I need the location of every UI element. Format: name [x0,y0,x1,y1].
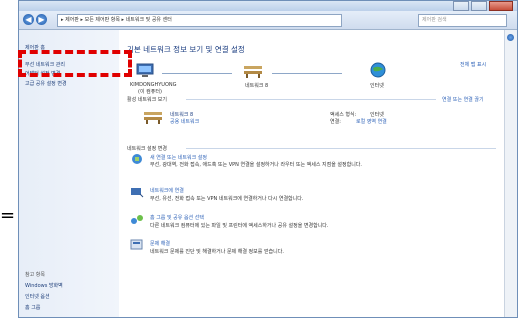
control-panel-window: ◀ ▶ ▸ 제어판 ▸ 모든 제어판 항목 ▸ 네트워크 및 공유 센터 제어판… [18,0,518,318]
task-connect-desc: 무선, 유선, 전화 접속 또는 VPN 네트워크에 연결하거나 다시 연결합니… [150,196,304,202]
computer-icon [136,63,154,77]
see-also-internet-options[interactable]: 인터넷 옵션 [25,293,50,300]
see-also-firewall[interactable]: Windows 방화벽 [25,282,63,289]
window-controls [453,1,513,11]
network-bench-icon [144,112,162,124]
forward-arrow-icon[interactable]: ▶ [36,14,47,25]
maximize-button[interactable] [471,1,487,11]
page-title: 기본 네트워크 정보 보기 및 연결 설정 [127,45,245,54]
network-name: 네트워크 8 [170,112,194,118]
search-input[interactable]: 제어판 검색 [418,14,507,27]
back-arrow-icon[interactable]: ◀ [23,14,34,25]
address-path[interactable]: ▸ 제어판 ▸ 모든 제어판 항목 ▸ 네트워크 및 공유 센터 [57,14,342,27]
annotation-arrow: = [0,205,16,226]
connections-value-link[interactable]: 로컬 영역 연결 [356,118,387,125]
see-also-homegroup[interactable]: 홈 그룹 [25,304,40,311]
title-bar [19,1,517,11]
change-settings-label: 네트워크 설정 변경 [127,146,167,152]
help-icon[interactable] [507,34,514,41]
main-panel: 기본 네트워크 정보 보기 및 연결 설정 전체 맵 표시 KIMDONGHYU… [122,30,503,317]
node-sub-computer: (이 컴퓨터) [138,89,162,95]
map-line-2 [272,73,342,74]
task-connect-link[interactable]: 네트워크에 연결 [150,187,184,194]
highlight-box [18,50,132,77]
task-troubleshoot-desc: 네트워크 문제를 진단 및 해결하거나 문제 해결 정보를 얻습니다. [150,249,284,255]
node-label-internet: 인터넷 [370,83,384,89]
task-new-connection-link[interactable]: 새 연결 또는 네트워크 설정 [150,154,207,161]
section-divider-1 [186,99,436,100]
view-full-map-link[interactable]: 전체 맵 표시 [460,61,486,68]
task-new-connection-desc: 무선, 광대역, 전화 접속, 애드혹 또는 VPN 연결을 설정하거나 라우터… [150,162,362,168]
minimize-button[interactable] [453,1,469,11]
address-bar: ◀ ▶ ▸ 제어판 ▸ 모든 제어판 항목 ▸ 네트워크 및 공유 센터 제어판… [19,11,517,30]
sidebar-item-advanced-sharing[interactable]: 고급 공유 설정 변경 [25,80,67,87]
connect-disconnect-link[interactable]: 연결 또는 연결 끊기 [442,96,484,103]
network-type-link[interactable]: 공용 네트워크 [170,118,199,125]
section-divider-2 [186,148,496,149]
connections-label: 연결: [330,119,341,125]
globe-icon [370,62,386,78]
access-type-label: 액세스 형식: [330,112,357,118]
close-button[interactable] [489,1,513,11]
vertical-scrollbar[interactable] [504,30,517,317]
access-type-value: 인터넷 [370,112,384,118]
node-label-network: 네트워크 8 [245,83,269,89]
network-bench-icon [244,66,262,78]
connect-network-icon [131,188,144,198]
new-connection-icon [132,154,142,164]
troubleshoot-icon [130,239,143,250]
see-also-heading: 참고 항목 [25,272,45,278]
map-line-1 [162,73,232,74]
task-troubleshoot-link[interactable]: 문제 해결 [150,240,170,247]
active-networks-label: 활성 네트워크 보기 [127,97,167,103]
task-homegroup-link[interactable]: 홈 그룹 및 공유 옵션 선택 [150,214,204,221]
task-homegroup-desc: 다른 네트워크 컴퓨터에 있는 파일 및 프린터에 액세스하거나 공유 설정을 … [150,223,329,229]
homegroup-icon [131,215,143,224]
